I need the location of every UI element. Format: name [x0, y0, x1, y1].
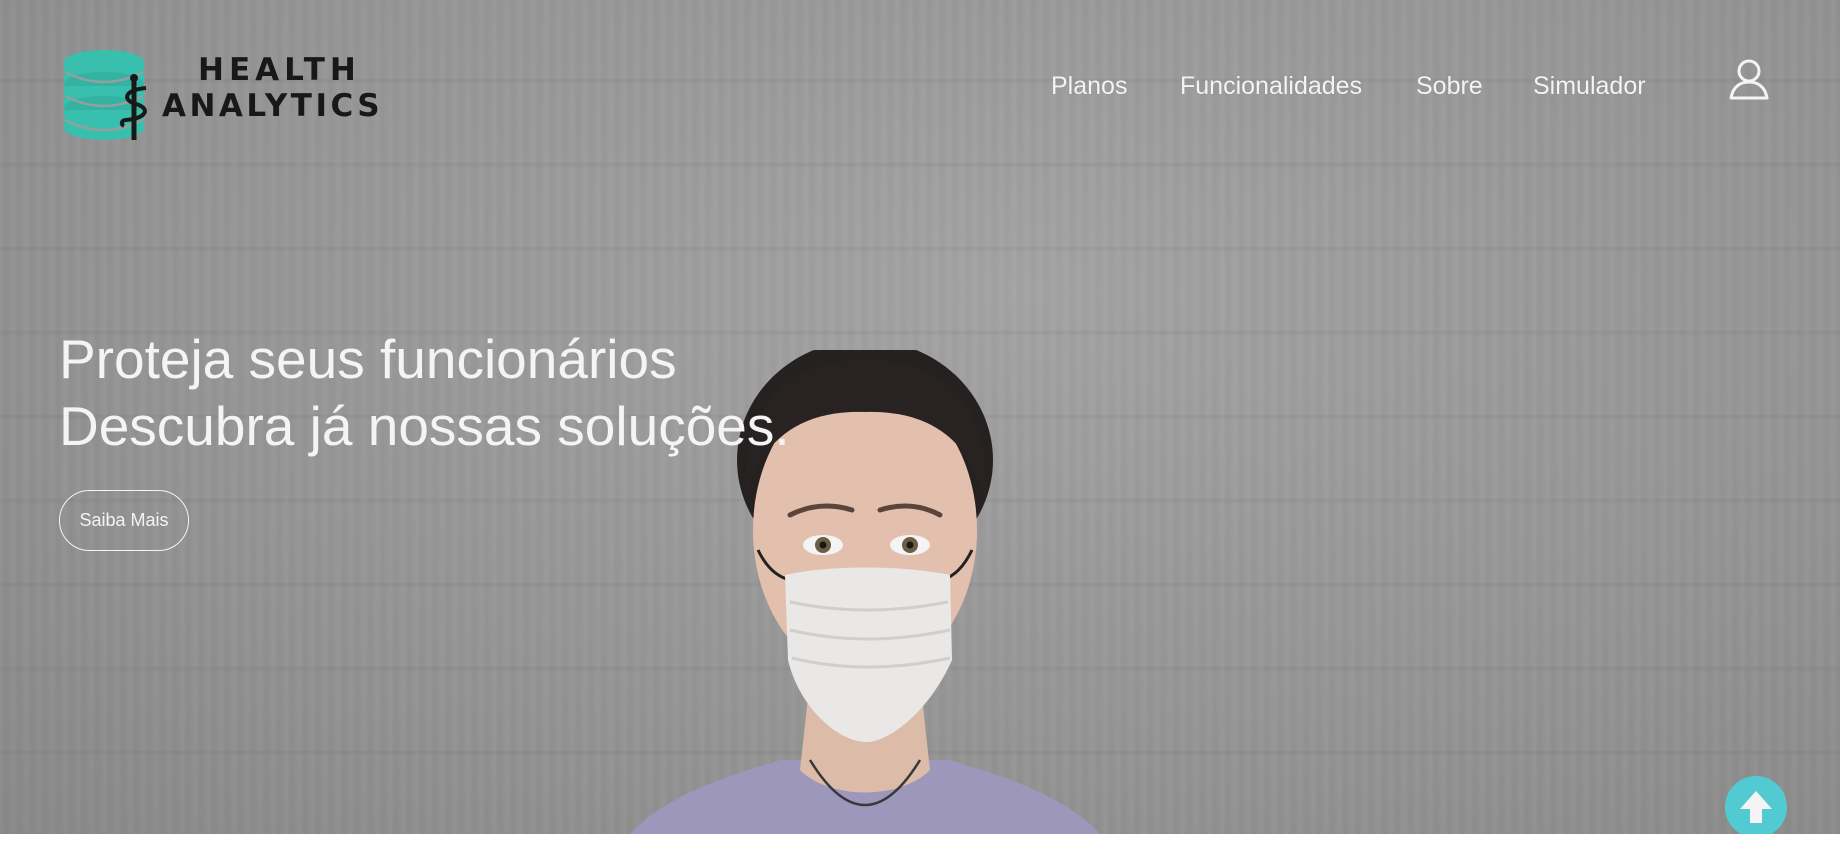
hero-headline-line1: Proteja seus funcionários	[59, 328, 677, 390]
hero-headline: Proteja seus funcionários Descubra já no…	[59, 326, 790, 460]
hero-section: HEALTH ANALYTICS Planos Funcionalidades …	[0, 0, 1840, 834]
brand-name-line1: HEALTH	[198, 52, 361, 88]
nav-link-funcionalidades[interactable]: Funcionalidades	[1180, 72, 1362, 101]
scroll-to-top-button[interactable]	[1725, 776, 1787, 834]
database-logo-icon	[64, 50, 147, 140]
brand-name-line2: ANALYTICS	[162, 88, 384, 124]
hero-headline-line2: Descubra já nossas soluções.	[59, 395, 790, 457]
saiba-mais-button[interactable]: Saiba Mais	[59, 490, 189, 551]
arrow-up-icon	[1740, 791, 1772, 823]
nav-link-planos[interactable]: Planos	[1051, 72, 1127, 101]
brand-logo[interactable]: HEALTH ANALYTICS	[64, 48, 384, 140]
nav-link-simulador[interactable]: Simulador	[1533, 72, 1646, 101]
user-icon[interactable]	[1728, 58, 1770, 100]
nav-link-sobre[interactable]: Sobre	[1416, 72, 1483, 101]
